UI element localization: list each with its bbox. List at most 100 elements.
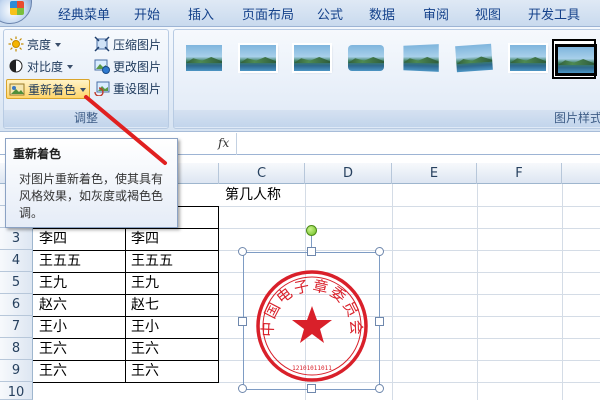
recolor-button[interactable]: 重新着色 <box>6 79 91 99</box>
reset-picture-button[interactable]: 重设图片 <box>94 79 161 99</box>
column-header-c[interactable]: C <box>219 163 305 184</box>
tab-insert[interactable]: 插入 <box>180 4 222 27</box>
cell-c1[interactable]: 第几人称 <box>222 184 281 206</box>
cell-b3[interactable]: 李四 <box>128 228 159 250</box>
resize-handle-bottom-left[interactable] <box>238 384 247 393</box>
picture-style-3[interactable] <box>290 39 334 79</box>
recolor-tooltip: 重新着色 对图片重新着色，使其具有风格效果，如灰度或褐色色调。 <box>5 138 178 228</box>
office-logo-icon <box>10 1 24 15</box>
tooltip-title: 重新着色 <box>13 147 62 161</box>
tab-data[interactable]: 数据 <box>362 4 402 27</box>
compress-pictures-button[interactable]: 压缩图片 <box>94 35 161 55</box>
cell-a8[interactable]: 王六 <box>36 338 67 360</box>
cell-b7[interactable]: 王小 <box>128 316 159 338</box>
picture-styles-group-label: 图片样式 <box>174 110 600 127</box>
resize-handle-bottom[interactable] <box>307 384 316 393</box>
gridline <box>219 250 600 251</box>
cell-a5[interactable]: 王九 <box>36 272 67 294</box>
chevron-down-icon <box>80 88 87 92</box>
resize-handle-top[interactable] <box>307 247 316 256</box>
row-header-7[interactable]: 7 <box>0 316 33 338</box>
resize-handle-top-right[interactable] <box>375 247 384 256</box>
cell-a6[interactable]: 赵六 <box>36 294 67 316</box>
cell-a3[interactable]: 李四 <box>36 228 67 250</box>
resize-handle-bottom-right[interactable] <box>375 384 384 393</box>
tab-page-layout[interactable]: 页面布局 <box>236 4 300 27</box>
column-header-e[interactable]: E <box>392 163 477 184</box>
cell-a9[interactable]: 王六 <box>36 360 67 382</box>
style-preview <box>186 45 222 71</box>
brightness-label: 亮度 <box>27 38 52 52</box>
change-picture-label: 更改图片 <box>113 60 162 74</box>
formula-divider <box>236 133 237 155</box>
cell-a7[interactable]: 王小 <box>36 316 67 338</box>
row-header-9[interactable]: 9 <box>0 360 33 382</box>
column-header-g[interactable] <box>562 163 600 184</box>
ribbon-tab-bar: 经典菜单 开始 插入 页面布局 公式 数据 审阅 视图 开发工具 <box>0 0 600 27</box>
row-header-6[interactable]: 6 <box>0 294 33 316</box>
style-preview <box>555 44 597 76</box>
tab-formulas[interactable]: 公式 <box>310 4 350 27</box>
picture-styles-group: 图片样式 <box>173 29 600 129</box>
tab-review[interactable]: 审阅 <box>416 4 456 27</box>
chevron-down-icon <box>67 65 74 69</box>
table-border <box>33 382 219 383</box>
resize-handle-right[interactable] <box>375 317 384 326</box>
tooltip-body: 对图片重新着色，使其具有风格效果，如灰度或褐色色调。 <box>19 172 164 220</box>
row-header-4[interactable]: 4 <box>0 250 33 272</box>
adjust-group-label: 调整 <box>4 110 168 127</box>
cell-b9[interactable]: 王六 <box>128 360 159 382</box>
gridline <box>477 184 478 400</box>
picture-style-8[interactable] <box>552 39 597 79</box>
style-preview <box>292 43 332 73</box>
recolor-icon <box>9 81 25 97</box>
resize-handle-top-left[interactable] <box>238 247 247 256</box>
chevron-down-icon <box>55 43 62 47</box>
picture-style-4[interactable] <box>344 39 388 79</box>
compress-icon <box>94 36 110 52</box>
picture-style-2[interactable] <box>236 39 280 79</box>
row-header-10[interactable]: 10 <box>0 382 33 400</box>
recolor-label: 重新着色 <box>28 83 77 97</box>
office-button[interactable] <box>0 0 40 27</box>
row-header-8[interactable]: 8 <box>0 338 33 360</box>
adjust-group: 亮度 对比度 重新着色 压缩图片 更改图片 重设图片 调整 <box>3 29 169 129</box>
cell-b4[interactable]: 王五五 <box>128 250 173 272</box>
brightness-button[interactable]: 亮度 <box>8 35 62 55</box>
style-preview <box>238 43 278 73</box>
resize-handle-left[interactable] <box>238 317 247 326</box>
picture-style-5[interactable] <box>398 39 442 79</box>
tab-developer[interactable]: 开发工具 <box>522 4 586 27</box>
star-icon <box>292 306 332 343</box>
brightness-icon <box>8 36 24 52</box>
contrast-icon <box>8 58 24 74</box>
contrast-button[interactable]: 对比度 <box>8 57 74 77</box>
picture-style-6[interactable] <box>452 39 496 79</box>
change-picture-button[interactable]: 更改图片 <box>94 57 161 77</box>
cell-b8[interactable]: 王六 <box>128 338 159 360</box>
cell-b6[interactable]: 赵七 <box>128 294 159 316</box>
style-preview <box>455 43 493 73</box>
gridline <box>392 184 393 400</box>
cell-a4[interactable]: 王五五 <box>36 250 81 272</box>
tab-view[interactable]: 视图 <box>468 4 508 27</box>
column-header-f[interactable]: F <box>477 163 562 184</box>
gridline <box>219 228 600 229</box>
change-picture-icon <box>94 58 110 74</box>
fx-icon[interactable]: fx <box>218 136 229 150</box>
tab-home[interactable]: 开始 <box>126 4 168 27</box>
column-header-d[interactable]: D <box>305 163 392 184</box>
rotate-handle[interactable] <box>306 225 317 236</box>
table-border <box>125 206 126 382</box>
picture-style-1[interactable] <box>182 39 226 79</box>
stamp-picture[interactable]: 中国电子章委员会 12101011011 <box>238 247 384 393</box>
row-header-3[interactable]: 3 <box>0 228 33 250</box>
cell-b5[interactable]: 王九 <box>128 272 159 294</box>
stamp-seal: 中国电子章委员会 12101011011 <box>256 270 368 382</box>
tab-classic-menu[interactable]: 经典菜单 <box>52 4 116 27</box>
picture-style-7[interactable] <box>506 39 550 79</box>
compress-label: 压缩图片 <box>113 38 162 52</box>
gridline <box>562 184 563 400</box>
style-preview <box>403 44 439 72</box>
row-header-5[interactable]: 5 <box>0 272 33 294</box>
